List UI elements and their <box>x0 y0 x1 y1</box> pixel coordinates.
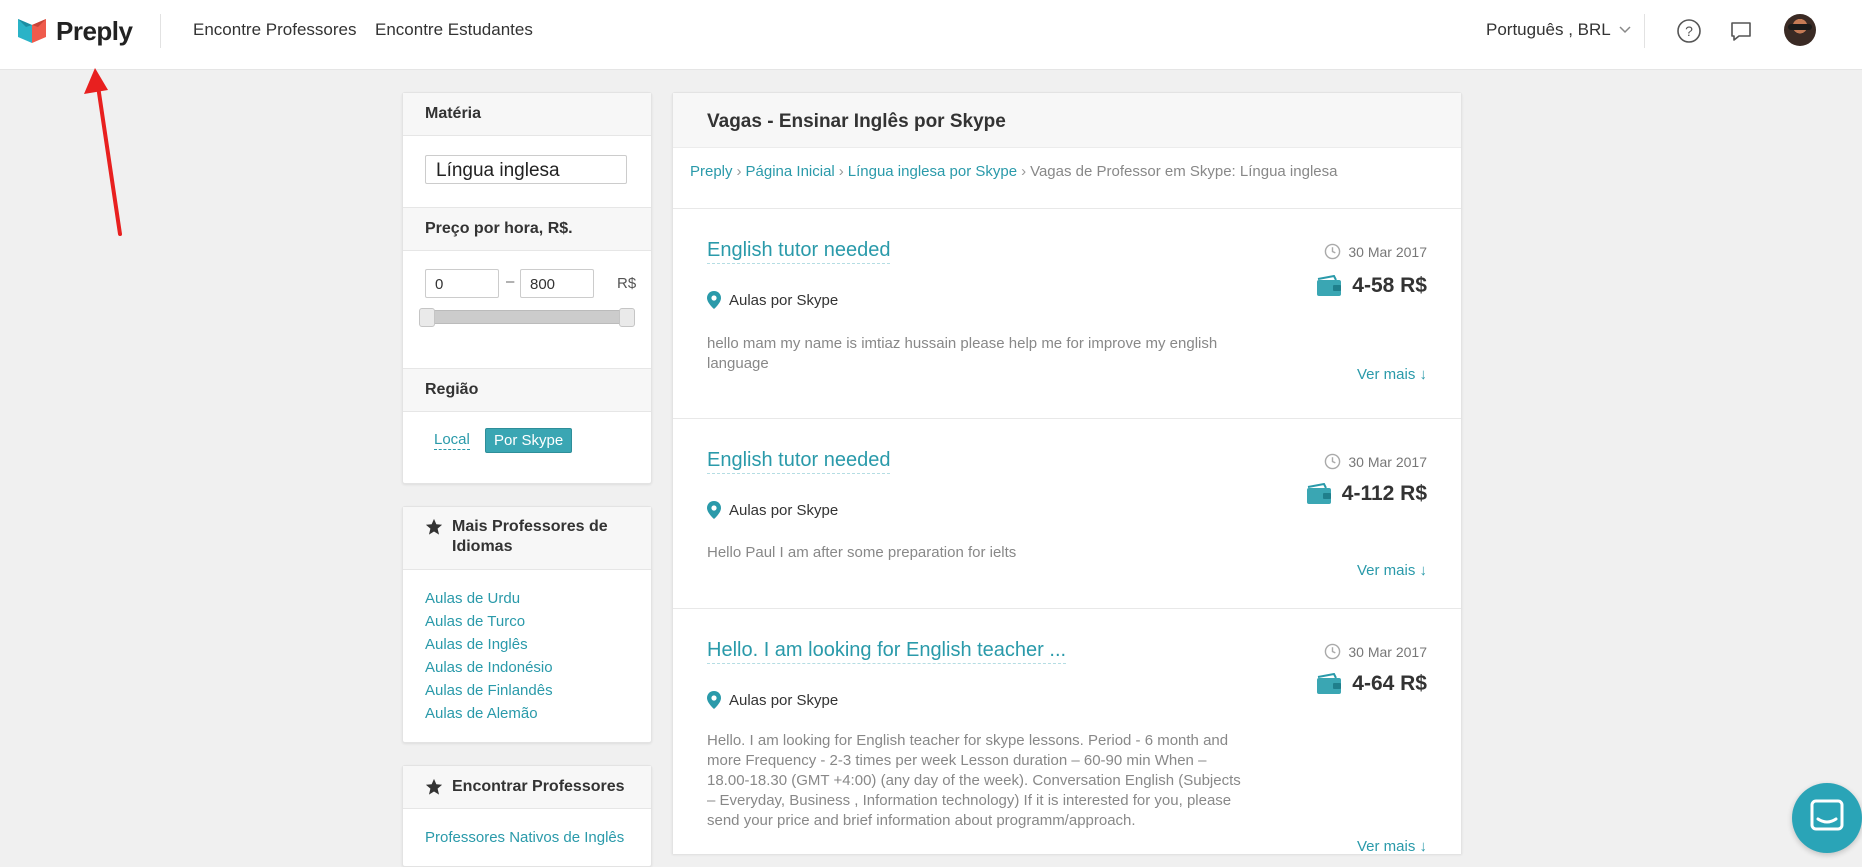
price-slider-track[interactable] <box>419 310 635 324</box>
wallet-icon <box>1317 275 1342 296</box>
more-teachers-links: Aulas de Urdu Aulas de Turco Aulas de In… <box>425 587 553 725</box>
see-more-link[interactable]: Ver mais ↓ <box>1357 366 1427 383</box>
header-divider <box>160 14 161 48</box>
subject-input[interactable]: Língua inglesa <box>425 155 627 184</box>
job-location: Aulas por Skype <box>707 291 838 309</box>
language-label: Português , BRL <box>1486 20 1611 39</box>
annotation-arrow-icon <box>84 68 122 236</box>
job-card: English tutor needed Aulas por Skype Hel… <box>673 418 1461 609</box>
language-selector[interactable]: Português , BRL <box>1486 20 1631 40</box>
job-location-label: Aulas por Skype <box>729 691 839 709</box>
price-max-input[interactable]: 800 <box>520 269 594 298</box>
job-date-label: 30 Mar 2017 <box>1348 453 1427 470</box>
breadcrumb-preply[interactable]: Preply <box>690 163 733 180</box>
link-native-english[interactable]: Professores Nativos de Inglês <box>425 826 624 849</box>
more-teachers-panel: Mais Professores de Idiomas Aulas de Urd… <box>402 506 652 743</box>
job-price: 4-64 R$ <box>1316 672 1427 696</box>
job-price-label: 4-58 R$ <box>1352 274 1427 297</box>
job-listings-panel: Vagas - Ensinar Inglês por Skype Preply ›… <box>672 92 1462 855</box>
see-more-link[interactable]: Ver mais ↓ <box>1357 838 1427 855</box>
chevron-down-icon <box>1619 26 1631 34</box>
more-teachers-title: Mais Professores de Idiomas <box>452 518 608 555</box>
link-german[interactable]: Aulas de Alemão <box>425 702 553 725</box>
find-teachers-panel: Encontrar Professores Professores Nativo… <box>402 765 652 867</box>
price-slider-max-handle[interactable] <box>619 308 635 327</box>
region-heading: Região <box>403 368 651 412</box>
preply-logo[interactable]: Preply <box>16 15 138 47</box>
job-date-label: 30 Mar 2017 <box>1348 643 1427 660</box>
header-divider <box>1644 14 1645 48</box>
link-finnish[interactable]: Aulas de Finlandês <box>425 679 553 702</box>
job-price: 4-112 R$ <box>1306 482 1427 506</box>
location-pin-icon <box>707 691 721 709</box>
find-teachers-heading: Encontrar Professores <box>403 766 651 809</box>
job-description: hello mam my name is imtiaz hussain plea… <box>707 335 1218 372</box>
find-teachers-title: Encontrar Professores <box>452 778 625 795</box>
job-description: Hello Paul I am after some preparation f… <box>707 544 1017 561</box>
messages-icon[interactable] <box>1727 17 1755 45</box>
region-skype-chip[interactable]: Por Skype <box>485 428 573 453</box>
job-location: Aulas por Skype <box>707 501 838 519</box>
top-header: Preply Encontre Professores Encontre Est… <box>0 0 1862 70</box>
breadcrumb: Preply › Página Inicial › Língua inglesa por… <box>690 163 1337 180</box>
nav-find-teachers[interactable]: Encontre Professores <box>193 20 356 40</box>
clock-icon <box>1325 643 1341 660</box>
link-english[interactable]: Aulas de Inglês <box>425 633 553 656</box>
brand-name: Preply <box>56 15 133 46</box>
currency-label: R$ <box>617 275 637 292</box>
see-more-link[interactable]: Ver mais ↓ <box>1357 562 1427 579</box>
chat-icon <box>1810 799 1844 831</box>
job-price-label: 4-112 R$ <box>1341 482 1427 505</box>
breadcrumb-english-skype[interactable]: Língua inglesa por Skype <box>848 163 1017 180</box>
star-icon <box>425 778 443 795</box>
clock-icon <box>1325 453 1341 470</box>
breadcrumb-home[interactable]: Página Inicial <box>746 163 835 180</box>
link-indonesian[interactable]: Aulas de Indonésio <box>425 656 553 679</box>
breadcrumb-separator: › <box>838 163 844 180</box>
job-card: Hello. I am looking for English teacher … <box>673 608 1461 855</box>
job-date-label: 30 Mar 2017 <box>1348 243 1427 260</box>
price-heading: Preço por hora, R$. <box>403 207 651 251</box>
job-description: Hello. I am looking for English teacher … <box>707 732 1241 829</box>
price-slider-min-handle[interactable] <box>419 308 435 327</box>
job-location-label: Aulas por Skype <box>729 291 839 309</box>
chat-widget-button[interactable] <box>1792 783 1862 853</box>
job-date: 30 Mar 2017 <box>1324 243 1427 260</box>
price-min-input[interactable]: 0 <box>425 269 499 298</box>
job-location: Aulas por Skype <box>707 691 838 709</box>
price-range-dash: – <box>506 273 515 290</box>
job-price-label: 4-64 R$ <box>1352 672 1427 695</box>
job-date: 30 Mar 2017 <box>1324 453 1427 470</box>
location-pin-icon <box>707 291 721 309</box>
breadcrumb-separator: › <box>1021 163 1027 180</box>
region-local-link[interactable]: Local <box>434 431 470 450</box>
subject-heading: Matéria <box>403 93 651 136</box>
user-avatar[interactable] <box>1784 14 1816 46</box>
help-icon[interactable]: ? <box>1675 17 1703 45</box>
job-card: English tutor needed Aulas por Skype hel… <box>673 208 1461 419</box>
job-location-label: Aulas por Skype <box>729 501 839 519</box>
page-title: Vagas - Ensinar Inglês por Skype <box>673 93 1461 148</box>
location-pin-icon <box>707 501 721 519</box>
star-icon <box>425 518 443 535</box>
wallet-icon <box>1317 673 1342 694</box>
breadcrumb-current: Vagas de Professor em Skype: Língua ingl… <box>1030 163 1338 180</box>
clock-icon <box>1325 243 1341 260</box>
wallet-icon <box>1306 483 1331 504</box>
filters-panel: Matéria Língua inglesa Preço por hora, R… <box>402 92 652 484</box>
job-title-link[interactable]: English tutor needed <box>707 449 891 474</box>
job-title-link[interactable]: Hello. I am looking for English teacher … <box>707 639 1067 664</box>
more-teachers-heading: Mais Professores de Idiomas <box>403 507 651 570</box>
link-urdu[interactable]: Aulas de Urdu <box>425 587 553 610</box>
svg-text:?: ? <box>1685 23 1693 39</box>
preply-logo-icon <box>18 19 46 43</box>
job-date: 30 Mar 2017 <box>1324 643 1427 660</box>
link-turkish[interactable]: Aulas de Turco <box>425 610 553 633</box>
breadcrumb-separator: › <box>736 163 742 180</box>
job-price: 4-58 R$ <box>1316 274 1427 298</box>
job-title-link[interactable]: English tutor needed <box>707 239 891 264</box>
nav-find-students[interactable]: Encontre Estudantes <box>375 20 533 40</box>
